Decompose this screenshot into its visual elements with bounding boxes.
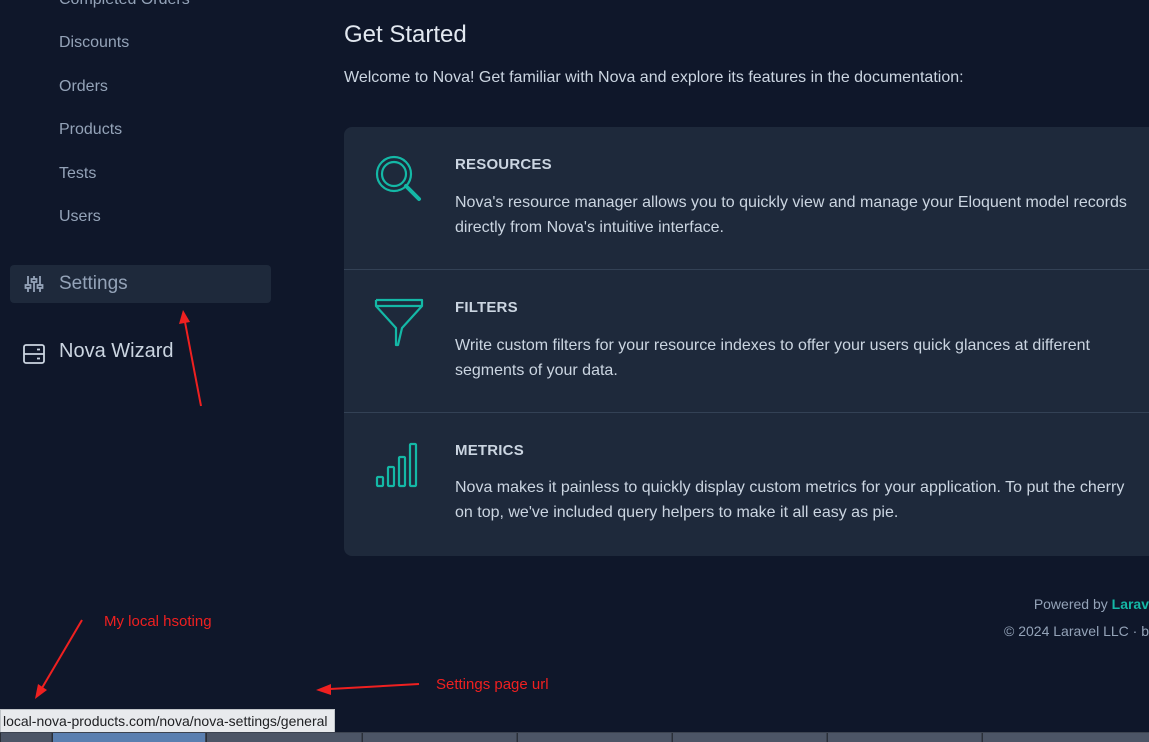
- feature-title: FILTERS: [455, 299, 518, 316]
- page-title: Get Started: [344, 21, 467, 48]
- status-bar-url: local-nova-products.com/nova/nova-settin…: [0, 709, 335, 733]
- feature-resources: RESOURCES Nova's resource manager allows…: [344, 127, 1149, 269]
- sidebar-item-discounts[interactable]: Discounts: [59, 34, 129, 52]
- feature-title: METRICS: [455, 442, 524, 459]
- powered-by: Powered by Larav: [1034, 596, 1149, 612]
- taskbar-item[interactable]: [52, 733, 205, 742]
- taskbar-item[interactable]: [206, 733, 361, 742]
- sidebar-item-nova-wizard-label: Nova Wizard: [59, 340, 174, 362]
- taskbar-item[interactable]: [827, 733, 981, 742]
- bar-chart-icon: [375, 442, 418, 488]
- adjustments-icon: [24, 276, 44, 292]
- feature-description: Nova makes it painless to quickly displa…: [455, 479, 1125, 521]
- welcome-text: Welcome to Nova! Get familiar with Nova …: [344, 69, 964, 86]
- sidebar-item-completed-orders[interactable]: Completed Orders: [59, 0, 190, 9]
- taskbar: [0, 732, 1149, 742]
- filter-icon: [374, 298, 424, 347]
- feature-description: Nova's resource manager allows you to qu…: [455, 194, 1127, 236]
- powered-prefix: Powered by: [1033, 596, 1112, 612]
- feature-title: RESOURCES: [455, 156, 552, 173]
- sidebar: Completed Orders Discounts Orders Produc…: [0, 0, 290, 742]
- sidebar-item-settings-label: Settings: [59, 273, 128, 294]
- sidebar-item-nova-wizard[interactable]: Nova Wizard: [22, 338, 272, 368]
- taskbar-item[interactable]: [672, 733, 826, 742]
- annotation-settings-url: Settings page url: [436, 676, 549, 693]
- copyright: © 2024 Laravel LLC · b: [1004, 623, 1149, 639]
- taskbar-item[interactable]: [517, 733, 671, 742]
- taskbar-item[interactable]: [0, 733, 51, 742]
- search-icon: [375, 155, 421, 201]
- server-icon: [23, 344, 45, 364]
- feature-description: Write custom filters for your resource i…: [455, 337, 1090, 379]
- feature-filters: FILTERS Write custom filters for your re…: [344, 269, 1149, 413]
- taskbar-item[interactable]: [362, 733, 516, 742]
- feature-metrics: METRICS Nova makes it painless to quickl…: [344, 412, 1149, 557]
- features-card: RESOURCES Nova's resource manager allows…: [344, 127, 1149, 556]
- sidebar-item-products[interactable]: Products: [59, 121, 122, 139]
- sidebar-item-settings[interactable]: Settings: [10, 265, 271, 303]
- sidebar-item-users[interactable]: Users: [59, 208, 101, 226]
- taskbar-item[interactable]: [982, 733, 1149, 742]
- annotation-local-hosting: My local hsoting: [104, 613, 212, 630]
- laravel-link[interactable]: Larav: [1112, 596, 1149, 612]
- sidebar-item-tests[interactable]: Tests: [59, 165, 96, 183]
- sidebar-item-orders[interactable]: Orders: [59, 78, 108, 96]
